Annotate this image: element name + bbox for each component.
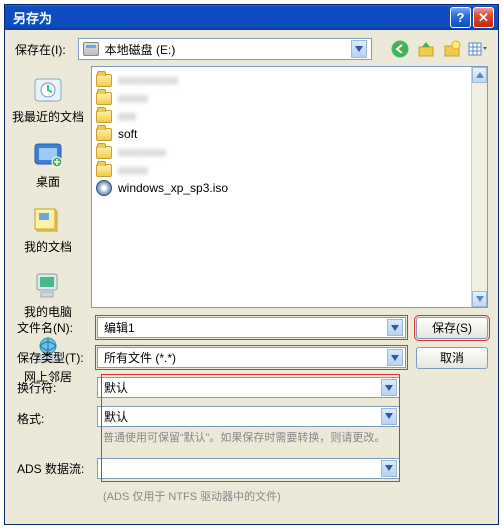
linebreak-select[interactable]: 默认 xyxy=(97,377,400,398)
filename-input[interactable]: 编辑1 xyxy=(97,317,406,338)
file-name: xxx xyxy=(118,109,136,123)
save-button-label: 保存(S) xyxy=(432,319,472,336)
linebreak-value: 默认 xyxy=(104,379,128,396)
list-item[interactable]: xxxxx xyxy=(96,89,483,107)
nav-newfolder-button[interactable] xyxy=(442,39,462,59)
help-button[interactable]: ? xyxy=(450,7,471,28)
cancel-button-label: 取消 xyxy=(440,349,464,366)
iso-icon xyxy=(96,180,112,196)
folder-icon xyxy=(96,92,112,105)
place-recent[interactable]: 我最近的文档 xyxy=(10,70,86,133)
place-label: 我最近的文档 xyxy=(10,108,86,125)
file-name: xxxxxxxxxx xyxy=(118,73,178,87)
scroll-up-button[interactable] xyxy=(472,67,487,83)
file-name: xxxxx xyxy=(118,91,148,105)
ads-select[interactable] xyxy=(97,458,400,479)
format-value: 默认 xyxy=(104,408,128,425)
place-mydocs[interactable]: 我的文档 xyxy=(10,200,86,263)
form-area: 文件名(N): 编辑1 保存(S) 保存类型(T): 所有文件 (*.*) 取消 xyxy=(5,312,498,524)
scroll-track[interactable] xyxy=(472,83,487,291)
help-icon: ? xyxy=(457,10,465,25)
cancel-button[interactable]: 取消 xyxy=(416,347,488,369)
save-in-label: 保存在(I): xyxy=(15,41,70,58)
list-item[interactable]: windows_xp_sp3.iso xyxy=(96,179,483,197)
filename-label: 文件名(N): xyxy=(15,319,97,336)
place-label: 桌面 xyxy=(10,173,86,190)
chevron-down-icon xyxy=(381,379,397,396)
place-label: 我的文档 xyxy=(10,238,86,255)
chevron-down-icon xyxy=(381,408,397,425)
list-item[interactable]: soft xyxy=(96,125,483,143)
list-item[interactable]: xxxxxxxx xyxy=(96,143,483,161)
folder-icon xyxy=(96,146,112,159)
file-name: windows_xp_sp3.iso xyxy=(118,181,228,195)
drive-select[interactable]: 本地磁盘 (E:) xyxy=(78,38,372,60)
folder-icon xyxy=(96,128,112,141)
list-item[interactable]: xxxxxxxxxx xyxy=(96,71,483,89)
folder-icon xyxy=(96,110,112,123)
mydocs-icon xyxy=(30,204,66,236)
titlebar: 另存为 ? ✕ xyxy=(5,5,498,30)
location-bar: 保存在(I): 本地磁盘 (E:) xyxy=(5,30,498,64)
nav-back-button[interactable] xyxy=(390,39,410,59)
file-name: xxxxxxxx xyxy=(118,145,166,159)
main-area: 我最近的文档 桌面 我的文档 我的电脑 xyxy=(5,64,498,312)
file-list[interactable]: xxxxxxxxxx xxxxx xxx soft xxxxxxxx xxxxx… xyxy=(91,66,488,308)
filename-value: 编辑1 xyxy=(104,319,135,336)
file-name: soft xyxy=(118,127,137,141)
close-button[interactable]: ✕ xyxy=(473,7,494,28)
place-desktop[interactable]: 桌面 xyxy=(10,135,86,198)
format-label: 格式: xyxy=(15,406,97,427)
filetype-value: 所有文件 (*.*) xyxy=(104,349,176,366)
nav-icons xyxy=(390,39,488,59)
chevron-down-icon xyxy=(387,349,403,366)
format-select[interactable]: 默认 xyxy=(97,406,400,427)
filetype-label: 保存类型(T): xyxy=(15,349,97,366)
drive-text: 本地磁盘 (E:) xyxy=(105,41,176,58)
list-item[interactable]: xxxxx xyxy=(96,161,483,179)
chevron-down-icon xyxy=(387,319,403,336)
recent-icon xyxy=(30,74,66,106)
list-item[interactable]: xxx xyxy=(96,107,483,125)
folder-icon xyxy=(96,164,112,177)
nav-view-button[interactable] xyxy=(468,39,488,59)
close-icon: ✕ xyxy=(478,10,489,26)
scroll-down-button[interactable] xyxy=(472,291,487,307)
chevron-down-icon xyxy=(381,460,397,477)
save-as-dialog: 另存为 ? ✕ 保存在(I): 本地磁盘 (E:) xyxy=(4,4,499,525)
drive-icon xyxy=(83,42,99,56)
nav-up-button[interactable] xyxy=(416,39,436,59)
file-name: xxxxx xyxy=(118,163,148,177)
ads-label: ADS 数据流: xyxy=(15,460,97,477)
folder-icon xyxy=(96,74,112,87)
chevron-down-icon xyxy=(351,40,367,58)
filetype-select[interactable]: 所有文件 (*.*) xyxy=(97,347,406,368)
places-bar: 我最近的文档 桌面 我的文档 我的电脑 xyxy=(5,64,91,312)
vertical-scrollbar[interactable] xyxy=(471,67,487,307)
format-hint: 普通使用可保留“默认”。如果保存时需要转换，则请更改。 xyxy=(97,427,400,450)
linebreak-label: 换行符: xyxy=(15,379,97,396)
desktop-icon xyxy=(30,139,66,171)
save-button[interactable]: 保存(S) xyxy=(416,317,488,339)
mycomp-icon xyxy=(30,269,66,301)
window-title: 另存为 xyxy=(13,8,448,27)
ads-hint: (ADS 仅用于 NTFS 驱动器中的文件) xyxy=(97,486,400,509)
